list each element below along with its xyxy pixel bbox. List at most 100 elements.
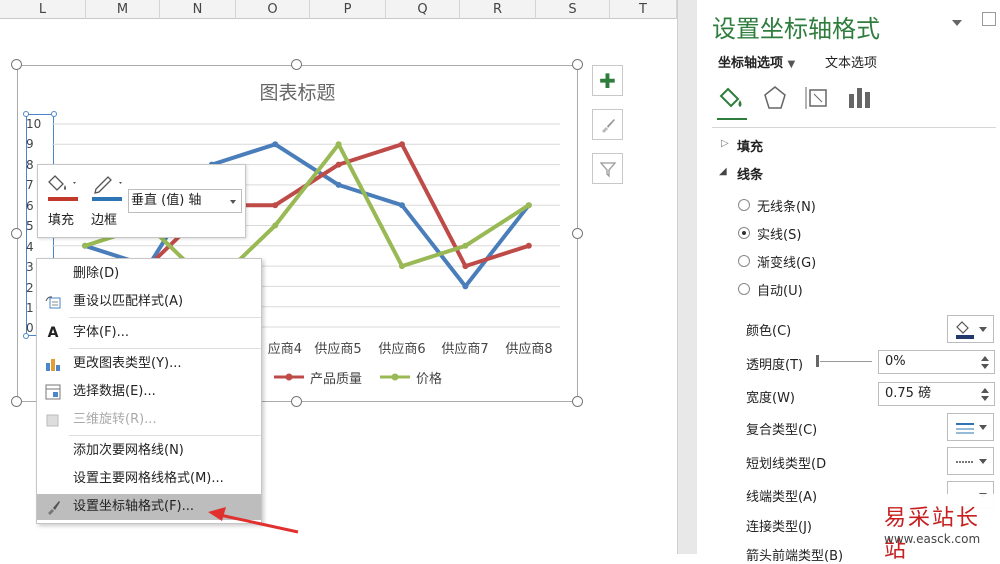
annotation-arrow [208, 507, 299, 534]
menu-item-delete[interactable]: 删除(D) [37, 261, 261, 287]
chart-filters-button[interactable] [592, 153, 623, 184]
dash-type-dropdown[interactable] [947, 447, 994, 475]
section-fill[interactable]: 填充 [737, 136, 763, 155]
tab-axis-options[interactable]: 坐标轴选项 ▼ [718, 52, 795, 71]
data-point [335, 181, 342, 188]
fill-color-swatch [48, 197, 78, 201]
axis-options-tab[interactable] [846, 84, 874, 112]
pane-close-button[interactable] [982, 12, 996, 26]
chevron-down-icon [979, 459, 987, 464]
data-point [462, 283, 469, 290]
data-point [272, 222, 279, 229]
automatic-label: 自动(U) [757, 284, 803, 299]
y-tick: 4 [26, 240, 34, 254]
border-label: 边框 [91, 213, 118, 228]
y-tick: 9 [26, 137, 34, 151]
fill-line-tab[interactable] [717, 84, 747, 114]
y-tick: 10 [26, 117, 42, 131]
legend-marker-quality-dot [285, 373, 293, 381]
vertical-scrollbar[interactable] [677, 0, 697, 554]
menu-label: 更改图表类型(Y)... [73, 356, 182, 371]
data-point [272, 202, 279, 209]
chart-elements-button[interactable]: ✚ [592, 65, 623, 96]
filter-icon [599, 161, 616, 178]
x-tick: 供应商6 [378, 342, 426, 357]
paint-bucket-icon [48, 175, 76, 191]
spin-down-icon[interactable] [981, 364, 989, 369]
data-point [462, 242, 469, 249]
width-input[interactable]: 0.75 磅 [878, 382, 995, 406]
pane-divider [712, 127, 996, 128]
3d-rotate-icon [45, 412, 61, 428]
chart-type-icon [45, 356, 61, 372]
x-tick: 供应商7 [441, 342, 489, 357]
brush-icon [601, 118, 615, 133]
section-line[interactable]: 线条 [737, 164, 763, 183]
expand-arrow-icon[interactable]: ▷ [721, 138, 729, 149]
solid-line-label: 实线(S) [757, 228, 802, 243]
transparency-value: 0% [885, 354, 906, 369]
transparency-slider-track[interactable] [820, 361, 872, 362]
pane-options-chevron-icon[interactable] [952, 20, 962, 26]
column-T[interactable]: T [610, 0, 677, 19]
chart-styles-button[interactable] [592, 109, 623, 140]
menu-label: 重设以匹配样式(A) [73, 294, 184, 309]
compound-type-label: 复合类型(C) [746, 423, 818, 438]
gradient-line-label: 渐变线(G) [757, 256, 817, 271]
chevron-down-icon [230, 200, 236, 204]
selector-value: 垂直 (值) 轴 [131, 193, 202, 208]
reset-icon [45, 294, 61, 310]
transparency-slider-thumb[interactable] [816, 355, 819, 367]
chart-element-selector[interactable]: 垂直 (值) 轴 [128, 189, 242, 213]
paint-bucket-icon [956, 321, 974, 339]
transparency-input[interactable]: 0% [878, 350, 995, 374]
legend-item-quality[interactable]: 产品质量 [310, 368, 362, 387]
menu-label: 添加次要网格线(N) [73, 443, 184, 458]
menu-item-format-major-gridlines[interactable]: 设置主要网格线格式(M)... [37, 466, 261, 492]
menu-item-reset-style[interactable]: 重设以匹配样式(A) [37, 289, 261, 315]
x-tick: 供应商5 [314, 342, 362, 357]
legend-item-price[interactable]: 价格 [416, 368, 442, 387]
data-point [462, 263, 469, 270]
compound-type-dropdown[interactable] [947, 413, 994, 441]
paint-bucket-icon [719, 87, 742, 108]
data-point [399, 141, 405, 148]
select-data-icon [45, 384, 61, 400]
size-properties-tab[interactable] [804, 84, 832, 112]
menu-separator [69, 435, 261, 436]
border-color-swatch [92, 197, 122, 201]
spin-up-icon[interactable] [981, 356, 989, 361]
context-menu: 删除(D) 重设以匹配样式(A) A 字体(F)... 更改图表类型(Y)...… [36, 258, 262, 524]
collapse-arrow-icon[interactable]: ◢ [719, 166, 727, 177]
menu-item-add-minor-gridlines[interactable]: 添加次要网格线(N) [37, 438, 261, 464]
pencil-icon [94, 176, 122, 194]
menu-item-font[interactable]: A 字体(F)... [37, 320, 261, 346]
legend-label: 产品质量 [310, 372, 363, 387]
border-button[interactable] [90, 173, 126, 213]
radio-no-line[interactable] [738, 199, 750, 211]
legend-marker-price-dot [391, 373, 399, 381]
spin-down-icon[interactable] [981, 396, 989, 401]
data-point [335, 161, 342, 168]
menu-label: 字体(F)... [73, 325, 130, 340]
radio-automatic[interactable] [738, 283, 750, 295]
tab-text-options[interactable]: 文本选项 [825, 52, 877, 71]
spin-up-icon[interactable] [981, 388, 989, 393]
menu-item-change-chart-type[interactable]: 更改图表类型(Y)... [37, 351, 261, 377]
pane-title: 设置坐标轴格式 [712, 15, 880, 43]
compound-lines-icon [956, 423, 974, 434]
data-point [525, 202, 532, 209]
fill-label: 填充 [48, 213, 75, 228]
width-value: 0.75 磅 [885, 386, 932, 401]
bar-chart-icon [849, 88, 870, 108]
effects-tab[interactable] [762, 84, 788, 112]
color-picker-button[interactable] [947, 315, 994, 343]
font-icon: A [47, 325, 59, 341]
radio-solid-line[interactable] [738, 227, 750, 239]
radio-gradient-line[interactable] [738, 255, 750, 267]
menu-item-select-data[interactable]: 选择数据(E)... [37, 379, 261, 405]
data-point [399, 202, 405, 209]
data-point [399, 263, 405, 270]
dash-icon [956, 461, 974, 463]
fill-button[interactable] [46, 173, 80, 213]
